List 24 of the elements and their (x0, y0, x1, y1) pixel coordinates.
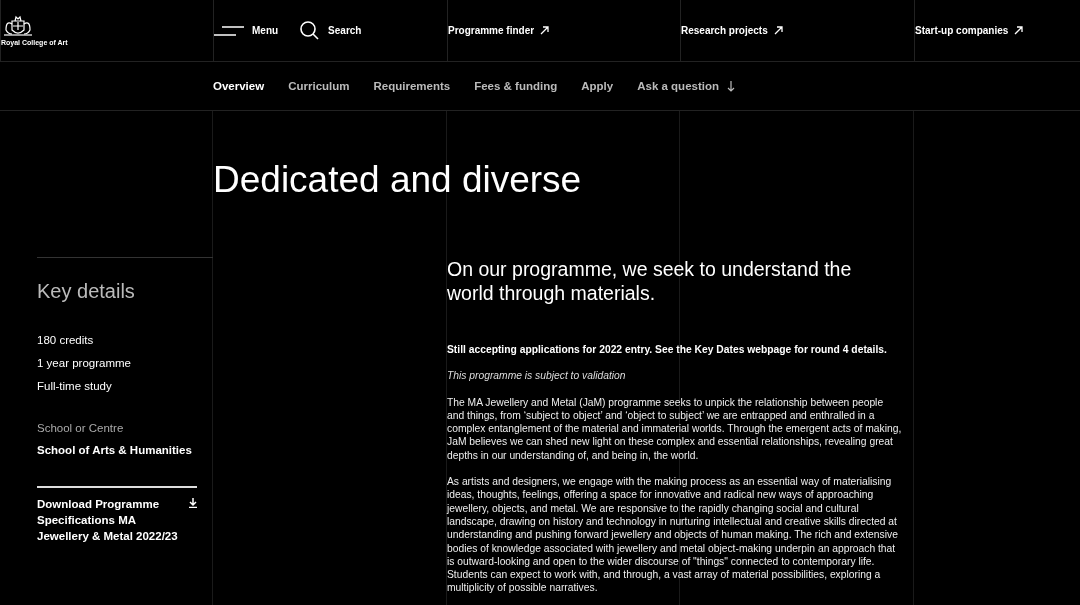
section-tab[interactable]: Overview (213, 80, 265, 92)
intro-text: On our programme, we seek to understand the world through materials. (447, 257, 853, 305)
key-details-heading: Key details (37, 280, 136, 303)
header-link[interactable]: Programme finder (448, 25, 550, 36)
section-tab[interactable]: Apply (581, 80, 614, 92)
school-label: School or Centre (37, 422, 125, 434)
download-link[interactable]: Download Programme Specifications MA Jewellery & Metal 2022/23 (37, 486, 197, 544)
section-tab[interactable]: Curriculum (288, 80, 350, 92)
menu-button[interactable]: Menu (214, 24, 279, 37)
body-paragraph: As artists and designers, we engage with the making process as an essential way of materialising ideas, thoughts, feelings, offering a space for innovative and radical new ways of approaching jewellery, objects, and metal. We are responsive to the rapidly changing social and cultural landscape, drawing on history and technology in nurturing intellectual and creative skills directed at understanding and pushing forward jewellery and objects of human making. The rich and extensive bodies of knowledge associated with jewellery and metal object-making underpin an approach that is outward-looking and open to the wider discourse of "things" connected to contemporary life. Students can expect to work with, and through, a vast array of material possibilities, exploring a multiplicity of possible narratives. (447, 475, 899, 595)
page-title: Dedicated and diverse (213, 158, 583, 202)
header-link[interactable]: Research projects (681, 25, 783, 36)
detail-text: Full-time study (37, 379, 113, 394)
section-tab[interactable]: Fees & funding (474, 80, 558, 92)
school-name: School of Arts & Humanities (37, 444, 193, 456)
notice-paragraph: Still accepting applications for 2022 entry. See the Key Dates webpage for round 4 details. (447, 343, 888, 357)
body-paragraph: The MA Jewellery and Metal (JaM) programme seeks to unpick the relationship between people and things, from ‘subject to object’ and ‘object to subject’ we are entrapped and enthralled in a complex entanglement of the material and immaterial worlds. Through the emergent acts of making, JaM believes we can shed new light on these complex and essential relationships, revealing great depths in our understanding of, and being in, the world. (447, 395, 902, 463)
detail-text: 180 credits (37, 333, 95, 348)
section-tab[interactable]: Ask a question (637, 80, 735, 92)
section-tab[interactable]: Requirements (373, 80, 451, 92)
header-link[interactable]: Start-up companies (915, 25, 1024, 36)
validation-note: This programme is subject to validation (447, 369, 627, 383)
detail-text: 1 year programme (37, 356, 132, 371)
search-button[interactable]: Search (300, 20, 362, 41)
